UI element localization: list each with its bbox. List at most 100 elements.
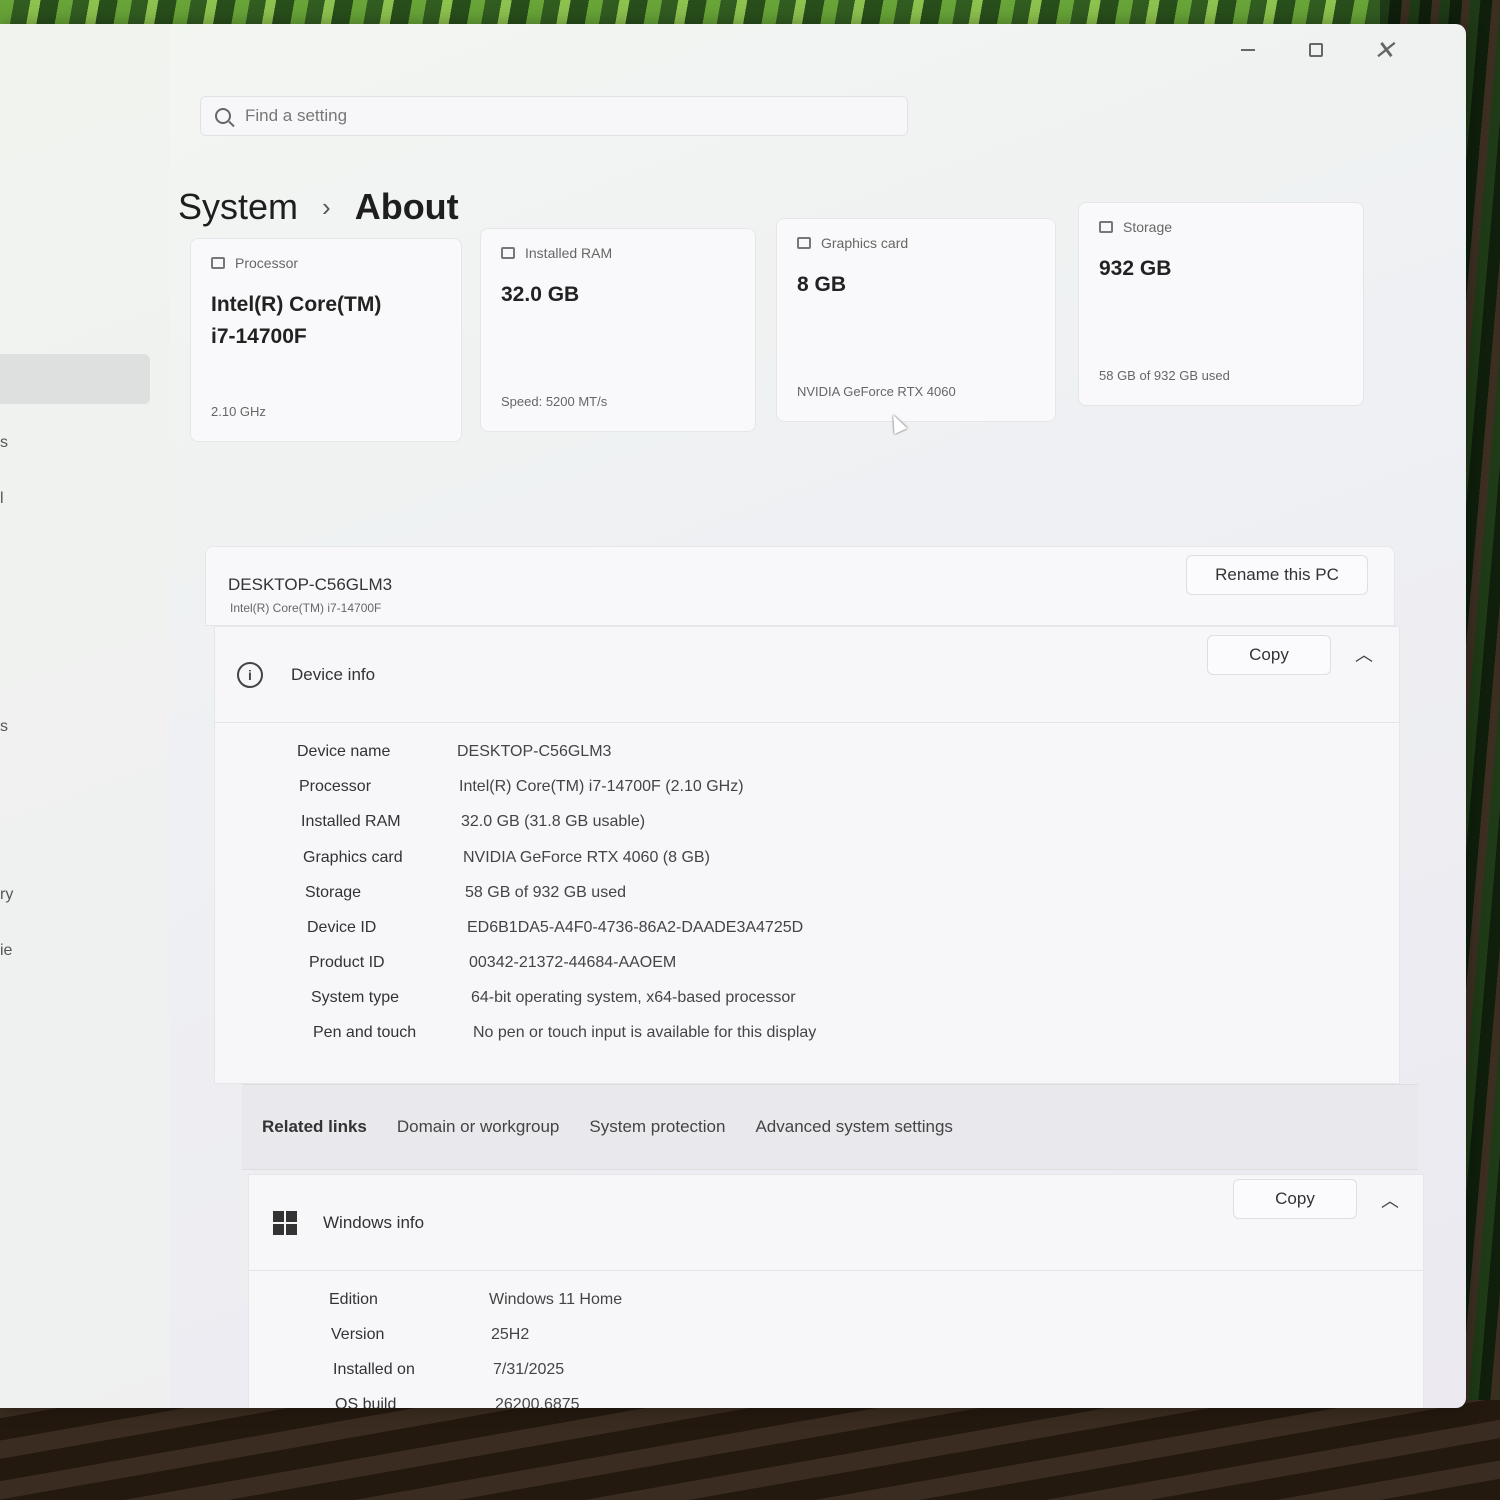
minimize-icon [1241,49,1255,51]
sidebar-item-fragment[interactable]: ry [0,886,13,904]
info-value: 00342-21372-44684-AAOEM [469,954,677,971]
card-label: Storage [1123,219,1173,235]
card-value: 32.0 GB [501,283,580,306]
info-row: Device name DESKTOP-C56GLM3 [297,743,611,761]
pc-name-panel: DESKTOP-C56GLM3 Intel(R) Core(TM) i7-147… [205,546,1395,626]
info-key: Processor [299,778,372,795]
info-key: Product ID [309,954,385,971]
processor-card: Processor Intel(R) Core(TM) i7-14700F 2.1… [190,238,462,442]
info-key: System type [311,989,400,1006]
close-icon: ✕ [1373,35,1395,65]
card-value: 8 GB [797,273,847,296]
info-value: 64-bit operating system, x64-based proce… [471,989,796,1006]
sidebar: s l s ry ie [0,24,170,1408]
breadcrumb: System › About [178,186,459,228]
info-key: OS build [335,1396,397,1408]
info-row: Installed on 7/31/2025 [333,1361,564,1379]
card-value: Intel(R) Core(TM) [211,293,382,316]
minimize-button[interactable] [1236,38,1260,62]
info-row: Processor Intel(R) Core(TM) i7-14700F (2.… [299,778,744,796]
device-info-copy-button[interactable]: Copy [1207,635,1331,675]
chevron-right-icon: › [322,191,331,222]
info-row: Graphics card NVIDIA GeForce RTX 4060 (8 … [303,849,710,867]
graphics-icon [797,237,811,249]
card-label: Graphics card [821,235,909,251]
chevron-up-icon[interactable]: ︿ [1381,1187,1399,1213]
info-row: Edition Windows 11 Home [329,1291,622,1309]
link-domain-workgroup[interactable]: Domain or workgroup [397,1117,560,1137]
settings-window: ✕ s l s ry ie Find a setting System › Ab… [0,24,1466,1408]
info-key: Pen and touch [313,1024,417,1041]
windows-logo-icon [273,1210,297,1235]
card-subtext: NVIDIA GeForce RTX 4060 [797,384,956,399]
rename-pc-button[interactable]: Rename this PC [1186,555,1368,595]
info-row: Installed RAM 32.0 GB (31.8 GB usable) [301,813,645,831]
info-value: DESKTOP-C56GLM3 [457,743,612,760]
windows-info-copy-button[interactable]: Copy [1233,1179,1357,1219]
info-value: NVIDIA GeForce RTX 4060 (8 GB) [463,849,710,866]
ram-card: Installed RAM 32.0 GB Speed: 5200 MT/s [480,228,756,432]
info-value: 58 GB of 932 GB used [465,884,626,901]
storage-icon [1099,221,1113,233]
info-row: Product ID 00342-21372-44684-AAOEM [309,954,676,972]
related-links-bar: Related links Domain or workgroup System… [242,1084,1418,1170]
info-value: 25H2 [491,1326,530,1343]
sidebar-selected-item[interactable] [0,354,150,404]
info-key: Graphics card [303,849,403,866]
sidebar-item-fragment[interactable]: s [0,434,8,452]
processor-icon [211,257,225,269]
info-key: Device ID [307,919,377,936]
sidebar-item-fragment[interactable]: l [0,490,4,508]
maximize-icon [1309,43,1323,57]
info-key: Installed on [333,1361,415,1378]
search-box[interactable]: Find a setting [200,96,908,136]
info-key: Device name [297,743,391,760]
section-title: Device info [291,664,376,684]
windows-info-section: Windows info Copy ︿ Edition Windows 11 Ho… [248,1174,1424,1408]
info-value: ED6B1DA5-A4F0-4736-86A2-DAADE3A4725D [467,919,804,936]
close-button[interactable]: ✕ [1372,35,1396,65]
info-row: Version 25H2 [331,1326,529,1344]
storage-card: Storage 932 GB 58 GB of 932 GB used [1078,202,1364,406]
link-advanced-system-settings[interactable]: Advanced system settings [755,1117,952,1137]
info-key: Storage [305,884,362,901]
card-value: i7-14700F [211,324,307,348]
info-key: Installed RAM [301,813,401,830]
sidebar-item-fragment[interactable]: s [0,718,8,736]
card-value: 932 GB [1099,257,1172,280]
maximize-button[interactable] [1304,38,1328,62]
info-row: Pen and touch No pen or touch input is av… [313,1024,816,1042]
info-row: OS build 26200.6875 [335,1396,580,1408]
info-value: 32.0 GB (31.8 GB usable) [461,813,646,830]
chevron-up-icon[interactable]: ︿ [1355,641,1373,667]
info-key: Edition [329,1291,378,1308]
title-bar-controls: ✕ [1236,35,1396,65]
info-value: Intel(R) Core(TM) i7-14700F (2.10 GHz) [459,778,744,795]
card-label: Processor [235,255,299,271]
card-subtext: 58 GB of 932 GB used [1099,368,1230,383]
card-subtext: Speed: 5200 MT/s [501,394,608,409]
pc-name: DESKTOP-C56GLM3 [228,575,393,594]
info-value: Windows 11 Home [489,1291,623,1308]
pc-processor: Intel(R) Core(TM) i7-14700F [230,601,382,615]
search-input[interactable]: Find a setting [245,106,347,126]
link-system-protection[interactable]: System protection [589,1117,725,1137]
search-icon [215,108,231,124]
info-value: 7/31/2025 [493,1361,565,1378]
graphics-card: Graphics card 8 GB NVIDIA GeForce RTX 40… [776,218,1056,422]
section-title: Windows info [323,1212,425,1232]
background-floor [0,1400,1500,1500]
card-label: Installed RAM [525,245,613,261]
breadcrumb-parent[interactable]: System [178,186,298,228]
info-row: Storage 58 GB of 932 GB used [305,884,626,902]
card-subtext: 2.10 GHz [211,404,266,419]
memory-icon [501,247,515,259]
info-value: No pen or touch input is available for t… [473,1024,817,1041]
sidebar-item-fragment[interactable]: ie [0,942,12,960]
related-links-label: Related links [262,1117,367,1136]
info-value: 26200.6875 [495,1396,580,1408]
device-info-section: i Device info Copy ︿ Device name DESKTOP-… [214,626,1400,1084]
page-title: About [354,186,459,227]
info-row: System type 64-bit operating system, x64-… [311,989,796,1007]
info-key: Version [331,1326,385,1343]
